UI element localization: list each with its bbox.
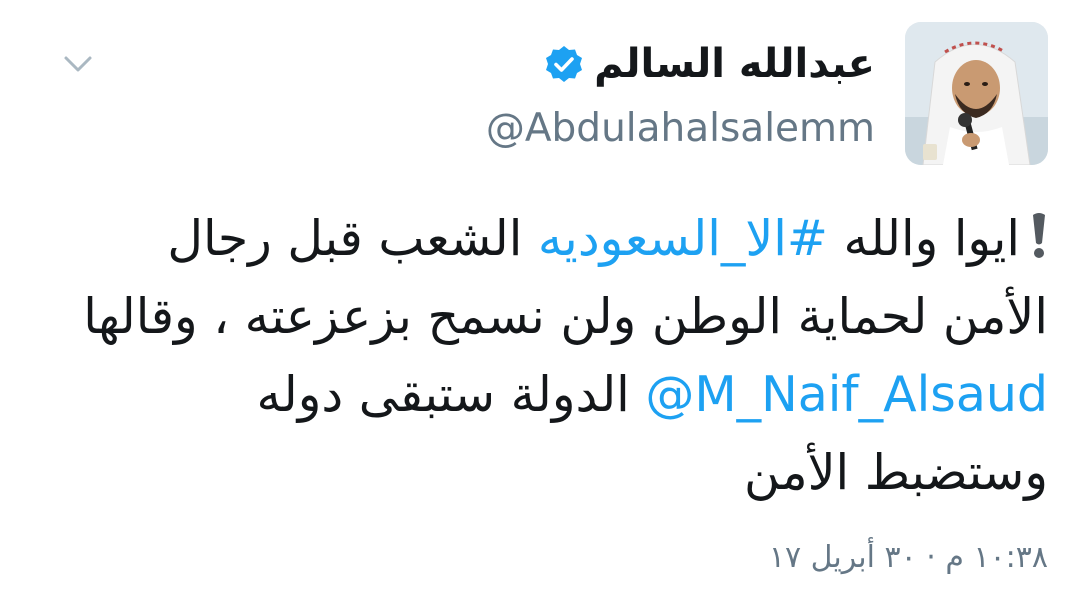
- tweet-text-segment: ايوا والله: [827, 210, 1020, 267]
- tweet-line-3: @M_Naif_Alsaud الدولة ستبقى دوله: [38, 356, 1048, 434]
- tweet-timestamp: ١٠:٣٨ م · ٣٠ أبريل ١٧: [768, 540, 1048, 575]
- tweet-text-segment: الشعب قبل رجال: [167, 210, 538, 267]
- display-name[interactable]: عبدالله السالم: [594, 41, 875, 87]
- tweet-text-segment: الدولة ستبقى دوله: [256, 366, 646, 423]
- user-name-row[interactable]: عبدالله السالم: [544, 36, 875, 92]
- tweet-text: ايوا والله #الا_السعوديه الشعب قبل رجال …: [38, 200, 1048, 512]
- tweet-line-4: وستضبط الأمن: [744, 444, 1048, 501]
- mention-link[interactable]: @M_Naif_Alsaud: [645, 366, 1048, 423]
- tweet-card: عبدالله السالم @Abdulahalsalemm ايوا وال…: [0, 0, 1080, 606]
- chevron-down-icon[interactable]: [58, 44, 98, 84]
- user-handle[interactable]: @Abdulahalsalemm: [486, 106, 875, 151]
- exclamation-icon: [1033, 213, 1045, 258]
- tweet-line-2: الأمن لحماية الوطن ولن نسمح بزعزعته ، وق…: [83, 288, 1048, 345]
- tweet-line-1: ايوا والله #الا_السعوديه الشعب قبل رجال: [38, 200, 1048, 278]
- avatar[interactable]: [905, 22, 1048, 165]
- verified-badge-icon: [546, 46, 583, 82]
- hashtag-link[interactable]: #الا_السعوديه: [538, 210, 828, 267]
